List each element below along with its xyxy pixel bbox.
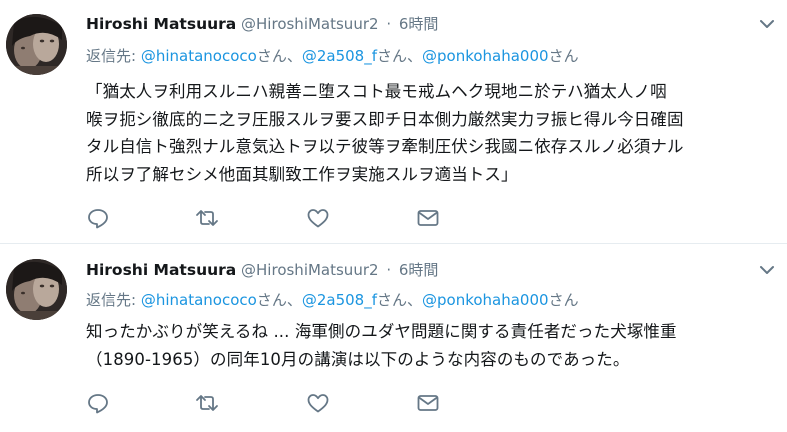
author-name[interactable]: Hiroshi Matsuura bbox=[86, 15, 236, 33]
mention-link[interactable]: @2a508_f bbox=[302, 291, 377, 309]
tweet-text-line: 所以ヲ了解セシメ他面其馴致工作ヲ実施スルヲ適当トス」 bbox=[86, 164, 518, 184]
reply-prefix: 返信先: bbox=[86, 291, 141, 309]
message-icon[interactable] bbox=[416, 206, 442, 230]
honorific: さん、 bbox=[376, 47, 422, 65]
like-icon[interactable] bbox=[306, 206, 332, 230]
honorific: さん、 bbox=[376, 291, 422, 309]
retweet-icon[interactable] bbox=[194, 391, 220, 415]
like-icon[interactable] bbox=[306, 391, 332, 415]
avatar[interactable] bbox=[6, 259, 67, 320]
reply-to-line: 返信先: @hinatanococoさん、@2a508_fさん、@ponkoha… bbox=[86, 44, 579, 68]
author-name[interactable]: Hiroshi Matsuura bbox=[86, 261, 236, 279]
tweet-text-line: タル自信ト強烈ナル意気込トヲ以テ彼等ヲ牽制圧伏シ我國ニ依存スルノ必須ナル bbox=[86, 137, 684, 156]
honorific: さん、 bbox=[256, 291, 302, 309]
reply-icon[interactable] bbox=[86, 206, 112, 230]
reply-to-line: 返信先: @hinatanococoさん、@2a508_fさん、@ponkoha… bbox=[86, 288, 579, 312]
honorific: さん bbox=[548, 47, 579, 65]
author-handle[interactable]: @HiroshiMatsuur2 bbox=[241, 261, 379, 279]
tweet-header: Hiroshi Matsuura @HiroshiMatsuur2 · 6時間 bbox=[86, 258, 438, 282]
author-handle[interactable]: @HiroshiMatsuur2 bbox=[241, 15, 379, 33]
tweet-text-line: （1890-1965）の同年10月の講演は以下のような内容のものであった。 bbox=[86, 349, 630, 369]
tweet-header: Hiroshi Matsuura @HiroshiMatsuur2 · 6時間 bbox=[86, 12, 438, 36]
tweet-text-line: 「猶太人ヲ利用スルニハ親善ニ堕スコト最モ戒ムヘク現地ニ於テハ猶太人ノ咽 bbox=[86, 82, 667, 101]
tweet-timestamp[interactable]: 6時間 bbox=[399, 15, 439, 33]
tweet[interactable]: Hiroshi Matsuura @HiroshiMatsuur2 · 6時間 … bbox=[0, 244, 787, 432]
tweet-timestamp[interactable]: 6時間 bbox=[399, 261, 439, 279]
mention-link[interactable]: @2a508_f bbox=[302, 47, 377, 65]
tweet-text-line: 喉ヲ扼シ徹底的ニ之ヲ圧服スルヲ要ス即チ日本側力厳然実力ヲ振ヒ得ル今日確固 bbox=[86, 109, 684, 129]
tweet[interactable]: Hiroshi Matsuura @HiroshiMatsuur2 · 6時間 … bbox=[0, 0, 787, 244]
avatar[interactable] bbox=[6, 14, 67, 75]
tweet-text: 知ったかぶりが笑えるね ... 海軍側のユダヤ問題に関する責任者だった犬塚惟重 … bbox=[86, 318, 777, 373]
honorific: さん bbox=[548, 291, 579, 309]
separator-dot: · bbox=[386, 15, 392, 33]
mention-link[interactable]: @ponkohaha000 bbox=[422, 291, 549, 309]
separator-dot: · bbox=[386, 261, 392, 279]
retweet-icon[interactable] bbox=[194, 206, 220, 230]
mention-link[interactable]: @hinatanococo bbox=[141, 47, 257, 65]
reply-prefix: 返信先: bbox=[86, 47, 141, 65]
tweet-text-line: 知ったかぶりが笑えるね ... 海軍側のユダヤ問題に関する責任者だった犬塚惟重 bbox=[86, 322, 677, 341]
mention-link[interactable]: @ponkohaha000 bbox=[422, 47, 549, 65]
chevron-down-icon[interactable] bbox=[759, 264, 775, 276]
reply-icon[interactable] bbox=[86, 391, 112, 415]
tweet-text: 「猶太人ヲ利用スルニハ親善ニ堕スコト最モ戒ムヘク現地ニ於テハ猶太人ノ咽 喉ヲ扼シ… bbox=[86, 78, 777, 188]
honorific: さん、 bbox=[256, 47, 302, 65]
message-icon[interactable] bbox=[416, 391, 442, 415]
chevron-down-icon[interactable] bbox=[759, 18, 775, 30]
mention-link[interactable]: @hinatanococo bbox=[141, 291, 257, 309]
